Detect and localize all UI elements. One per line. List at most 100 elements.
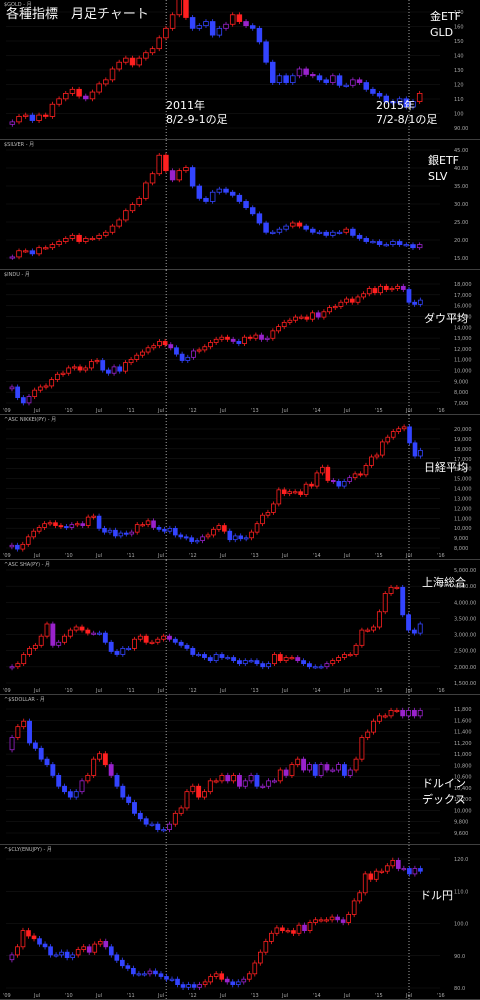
candle [338, 301, 344, 307]
candle [97, 753, 102, 760]
candle [355, 296, 361, 303]
candle [172, 812, 178, 825]
candle [271, 503, 276, 513]
candle [256, 213, 263, 224]
shanghai-panel: ^ASC SHA(PY) - 月 5,000.00 4,500.00 4,000.00… [0, 560, 480, 695]
candle [189, 537, 194, 542]
candle [29, 114, 36, 121]
candle [374, 454, 380, 458]
candle [42, 523, 47, 528]
candle [373, 870, 379, 880]
candle [140, 524, 145, 527]
candle [69, 234, 76, 239]
panel-header: ^ASC SHA(PY) - 月 [4, 562, 50, 568]
y-tick-label: 20.00 [454, 238, 468, 244]
x-tick-label: '10 [65, 993, 73, 999]
candle [376, 715, 382, 722]
candle [32, 644, 38, 649]
candle [123, 57, 129, 63]
candle [106, 369, 111, 374]
y-tick-label: 12,000 [454, 506, 472, 512]
candle [371, 626, 377, 631]
candle [310, 312, 315, 320]
candle [97, 632, 102, 635]
y-tick-label: 11,000 [454, 516, 472, 522]
candle [346, 914, 351, 923]
candle [190, 647, 196, 655]
candle [306, 764, 312, 771]
candle [67, 629, 73, 637]
candle [88, 361, 94, 369]
candle [111, 366, 117, 374]
candle [417, 623, 423, 634]
candle [36, 527, 42, 532]
candle [125, 965, 131, 969]
candle [271, 654, 277, 665]
candle [296, 222, 303, 227]
candle [356, 79, 363, 83]
candle [136, 57, 142, 66]
y-tick-label: 9,800 [454, 820, 468, 826]
candle [312, 764, 318, 776]
candle [394, 586, 400, 589]
candle [362, 873, 368, 894]
candle [202, 791, 207, 798]
candle [184, 644, 190, 649]
x-tick-label: Jul [281, 408, 288, 414]
candle [236, 194, 243, 202]
shanghai-label: 上海総合 [422, 576, 466, 589]
candle [310, 74, 316, 77]
candle [324, 663, 330, 668]
usdjpy-panel: ^$CLY(ENUJPY) - 月 120.0 110.0 100.0 90.0 80.0… [0, 845, 480, 1000]
candle [330, 660, 336, 665]
candle [292, 491, 298, 494]
candle [167, 823, 172, 830]
candle [208, 342, 213, 348]
candle [318, 764, 324, 776]
candle [325, 466, 331, 481]
candle [400, 285, 406, 290]
candle [213, 973, 219, 977]
y-tick-label: 12,000 [454, 347, 472, 353]
candle [16, 116, 22, 123]
candle [323, 231, 329, 236]
candle [211, 528, 216, 536]
candle [151, 520, 156, 528]
candle [219, 336, 225, 340]
candle [89, 238, 96, 241]
candle [301, 758, 307, 771]
candle [92, 943, 98, 953]
candle [347, 769, 353, 776]
x-tick-label: Jul [33, 993, 40, 999]
candle [149, 823, 155, 826]
candle [180, 984, 186, 988]
candle [77, 366, 83, 371]
x-tick-label: '10 [65, 408, 73, 414]
candle [194, 540, 200, 543]
candle [417, 710, 423, 717]
candle [291, 930, 296, 934]
candle [336, 480, 342, 487]
candle [283, 769, 289, 776]
candle [126, 796, 132, 803]
candle [183, 167, 189, 172]
candle [260, 785, 266, 788]
candle [20, 930, 26, 948]
candle [202, 654, 207, 658]
candle [60, 372, 66, 375]
y-tick-label: 20,000 [454, 427, 472, 433]
candle [263, 222, 269, 233]
candle [238, 535, 244, 540]
candle [289, 657, 295, 660]
x-tick-label: Jul [405, 408, 412, 414]
candle [231, 657, 237, 661]
x-tick-label: '12 [189, 553, 197, 559]
candle [315, 312, 321, 318]
y-tick-label: 90.0 [454, 954, 465, 960]
x-tick-label: '09 [3, 408, 11, 414]
candle [15, 726, 21, 738]
candle [313, 919, 318, 923]
candle [341, 654, 347, 658]
candle [229, 14, 236, 25]
y-tick-label: 110 [454, 97, 464, 103]
